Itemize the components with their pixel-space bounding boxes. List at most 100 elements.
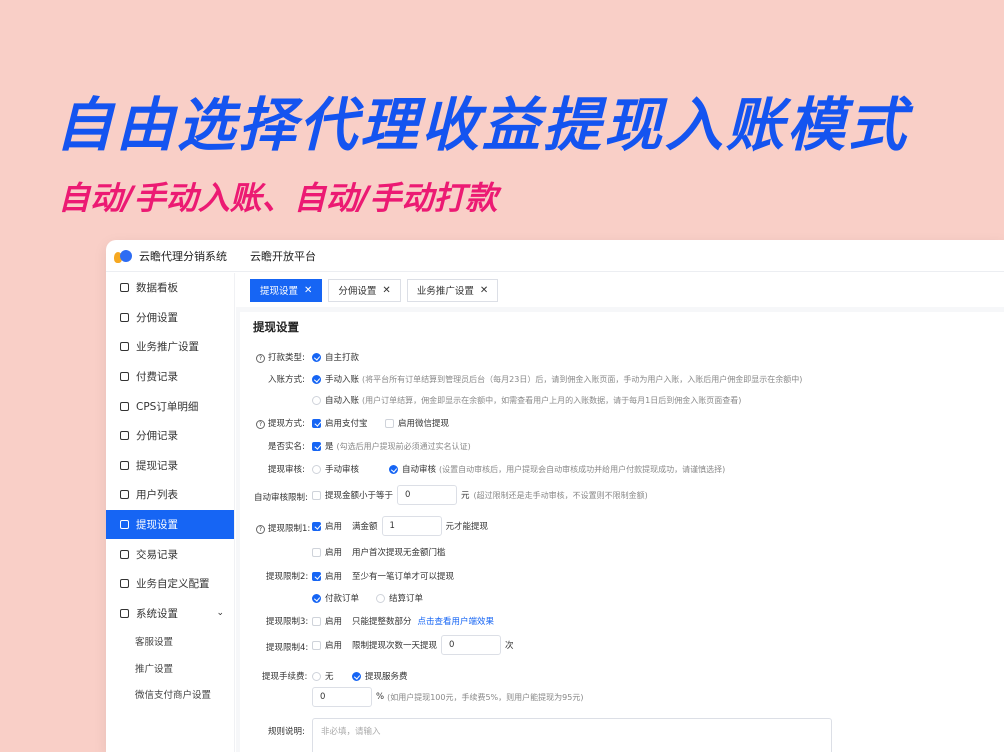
realname-label: 是否实名: (268, 442, 305, 452)
checkbox-checked-icon (312, 441, 321, 451)
radio-checked-icon (312, 374, 321, 384)
alipay-checkbox[interactable]: 启用支付宝 (312, 417, 368, 429)
limit4-label: 提现限制4: (266, 643, 309, 653)
auto-limit-row: 提现金额小于等于 0 元 (超过限制还是走手动审核，不设置则不限制金额) (312, 485, 648, 505)
sidebar-subitem-promotion[interactable]: 推广设置 (106, 655, 234, 682)
list-icon (120, 372, 129, 382)
checkbox-checked-icon[interactable] (312, 571, 321, 581)
receipt-icon (120, 549, 129, 559)
limit3-label: 提现限制3: (266, 617, 309, 627)
radio-checked-icon (352, 671, 361, 681)
radio-icon (312, 671, 321, 681)
monitor-icon (120, 283, 129, 293)
sidebar-item-payment-records[interactable]: 付费记录 (106, 362, 234, 392)
entry-mode-manual[interactable]: 手动入账 (将平台所有订单结算到管理员后台（每月23日）后，请到佣金入账页面，手动… (312, 373, 802, 385)
radio-checked-icon (389, 464, 398, 474)
entry-mode-auto[interactable]: 自动入账 (用户订单结算，佣金即显示在余额中，如需查看用户上月的入账数据，请于每月… (312, 394, 741, 406)
tab-commission-settings[interactable]: 分佣设置 ✕ (328, 278, 401, 302)
limit3-row: 启用 只能提整数部分 点击查看用户端效果 (312, 615, 494, 627)
fee-value-row: 0 % (如用户提现100元，手续费5%，则用户能提现为95元) (312, 687, 583, 707)
sidebar-item-dashboard[interactable]: 数据看板 (106, 273, 234, 303)
checkbox-icon[interactable] (312, 547, 321, 557)
radio-icon (312, 464, 321, 474)
tab-promotion-settings[interactable]: 业务推广设置 ✕ (406, 278, 499, 302)
cube-icon (120, 579, 129, 589)
auto-limit-input[interactable]: 0 (397, 485, 458, 505)
limit2-label: 提现限制2: (266, 572, 309, 582)
tab-withdraw-settings[interactable]: 提现设置 ✕ (250, 278, 323, 302)
pay-type-option[interactable]: 自主打款 (312, 351, 359, 363)
sidebar-item-commission-records[interactable]: 分佣记录 (106, 421, 234, 451)
fee-none-option[interactable]: 无 (312, 670, 334, 682)
checkbox-icon[interactable] (312, 490, 321, 500)
user-icon (120, 312, 129, 322)
limit1-row: 启用 满金额 1 元才能提现 (312, 516, 488, 536)
sidebar-item-promotion-settings[interactable]: 业务推广设置 (106, 332, 234, 362)
limit4-row: 启用 限制提现次数一天提现 0 次 (312, 635, 514, 655)
sidebar-subitem-wechat-merchant[interactable]: 微信支付商户设置 (106, 681, 234, 708)
radio-checked-icon (312, 352, 321, 362)
preview-link[interactable]: 点击查看用户端效果 (418, 615, 495, 627)
auto-limit-label: 自动审核限制: (254, 493, 308, 503)
sidebar-item-withdraw-records[interactable]: 提现记录 (106, 451, 234, 481)
min-amount-input[interactable]: 1 (381, 516, 442, 536)
document-icon (120, 460, 129, 470)
banner-headline: 自由选择代理收益提现入账模式 (55, 91, 910, 159)
question-icon: ? (256, 525, 265, 534)
fee-label: 提现手续费: (262, 672, 308, 682)
top-bar: 云瞻代理分销系统 云瞻开放平台 (106, 240, 1004, 272)
checkbox-checked-icon[interactable] (312, 521, 321, 531)
sidebar-subitem-customer-service[interactable]: 客服设置 (106, 628, 234, 655)
rules-label: 规则说明: (268, 727, 305, 737)
limit2-row: 启用 至少有一笔订单才可以提现 (312, 570, 454, 582)
sidebar-item-user-list[interactable]: 用户列表 (106, 480, 234, 510)
fee-rate-input[interactable]: 0 (312, 687, 372, 707)
fee-service-option[interactable]: 提现服务费 (352, 670, 408, 682)
wechat-checkbox[interactable]: 启用微信提现 (385, 417, 449, 429)
limit2-settled-option[interactable]: 结算订单 (376, 592, 423, 604)
checkbox-checked-icon (312, 418, 321, 428)
close-icon[interactable]: ✕ (304, 285, 312, 296)
tab-bar: 提现设置 ✕ 分佣设置 ✕ 业务推广设置 ✕ (236, 273, 1004, 307)
page-title: 提现设置 (253, 320, 299, 334)
sidebar-item-commission-settings[interactable]: 分佣设置 (106, 303, 234, 333)
realname-checkbox[interactable]: 是 (勾选后用户提现前必须通过实名认证) (312, 440, 471, 452)
logo-icon (114, 249, 134, 263)
close-icon[interactable]: ✕ (480, 285, 488, 296)
grid-icon (120, 342, 129, 352)
pay-type-label: ? 打款类型: (256, 351, 305, 363)
users-icon (120, 490, 129, 500)
sidebar-item-transactions[interactable]: 交易记录 (106, 539, 234, 569)
limit1-label: ? 提现限制1: (256, 522, 310, 534)
radio-checked-icon (312, 593, 321, 603)
question-icon: ? (256, 420, 265, 429)
coin-icon (120, 431, 129, 441)
sidebar-item-withdraw-settings[interactable]: 提现设置 (106, 509, 234, 540)
withdraw-method-label: ? 提现方式: (256, 417, 305, 429)
sidebar-item-custom-config[interactable]: 业务自定义配置 (106, 569, 234, 599)
radio-icon (376, 593, 385, 603)
checkbox-icon[interactable] (312, 616, 321, 626)
brand: 云瞻代理分销系统 (106, 248, 236, 264)
limit2-paid-option[interactable]: 付款订单 (312, 592, 359, 604)
daily-limit-input[interactable]: 0 (441, 635, 502, 655)
platform-title[interactable]: 云瞻开放平台 (250, 248, 316, 264)
app-window: 云瞻代理分销系统 云瞻开放平台 数据看板 分佣设置 业务推广设置 付费记录 CP… (106, 240, 1004, 752)
sidebar-item-system-settings[interactable]: 系统设置 ⌄ (106, 599, 234, 629)
gear-icon (120, 608, 129, 618)
audit-manual[interactable]: 手动审核 (312, 463, 359, 475)
audit-auto[interactable]: 自动审核 (设置自动审核后，用户提现会自动审核成功并给用户付款提现成功，请谨慎选择… (389, 463, 725, 475)
sidebar-item-cps-orders[interactable]: CPS订单明细 (106, 391, 234, 421)
checkbox-icon (385, 418, 394, 428)
rules-textarea[interactable]: 非必填，请输入 (312, 718, 832, 752)
entry-mode-label: 入账方式: (268, 375, 305, 385)
sidebar: 数据看板 分佣设置 业务推广设置 付费记录 CPS订单明细 分佣记录 提现记录 … (106, 273, 235, 752)
chevron-down-icon: ⌄ (216, 608, 224, 619)
checkbox-icon[interactable] (312, 640, 321, 650)
close-icon[interactable]: ✕ (382, 285, 390, 296)
wallet-icon (120, 520, 129, 530)
question-icon: ? (256, 354, 265, 363)
clock-icon (120, 401, 129, 411)
audit-label: 提现审核: (268, 465, 305, 475)
main-area: 提现设置 ✕ 分佣设置 ✕ 业务推广设置 ✕ 提现设置 ? 打款类型: 自主打款 入账方… (236, 273, 1004, 752)
